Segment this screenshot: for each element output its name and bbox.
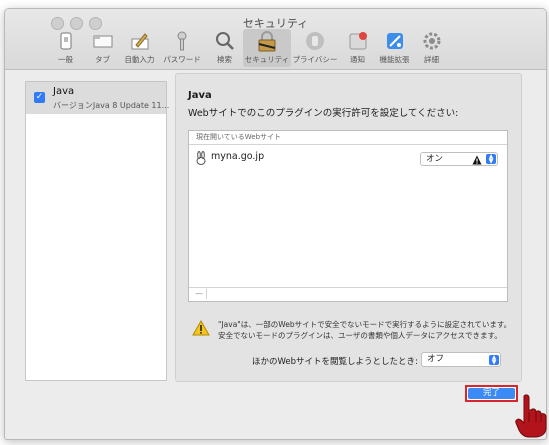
unsafe-mode-warning: "Java"は、一部のWebサイトで安全でないモードで実行するように設定されてい… — [218, 319, 511, 341]
warning-icon — [472, 155, 482, 165]
general-icon — [55, 30, 77, 52]
plugin-list: ✓ Java バージョンJava 8 Update 11... — [25, 81, 170, 381]
warning-line-1: "Java"は、一部のWebサイトで安全でないモードで実行するように設定されてい… — [218, 320, 512, 329]
warning-line-2: 安全でないモードのプラグインは、ユーザの書類や個人データにアクセスできます。 — [218, 331, 502, 340]
lock-icon — [256, 30, 278, 52]
pointing-hand-icon — [515, 394, 547, 438]
search-icon — [214, 30, 236, 52]
other-sites-label: ほかのWebサイトを閲覧しようとしたとき: — [252, 357, 418, 367]
tab-general[interactable]: 一般 — [47, 29, 84, 67]
warning-icon — [192, 319, 210, 336]
hand-icon — [304, 30, 326, 52]
autofill-icon — [129, 30, 151, 52]
tab-passwords[interactable]: パスワード — [158, 29, 206, 67]
titlebar: セキュリティ 一般 タブ 自動入力 パスワード 検索 セキュリティ プライバシー… — [5, 9, 546, 70]
panel-title: Java — [188, 90, 212, 101]
tab-general-label: 一般 — [58, 55, 73, 64]
tab-autofill[interactable]: 自動入力 — [121, 29, 158, 67]
tabs-icon — [92, 30, 114, 52]
tab-tabs[interactable]: タブ — [84, 29, 121, 67]
tab-privacy[interactable]: プライバシー — [291, 29, 339, 67]
done-button[interactable]: 完了 — [465, 385, 518, 402]
list-item[interactable]: myna.go.jp オン ▲ ▼ — [189, 150, 507, 166]
tab-security-label: セキュリティ — [244, 55, 290, 64]
tab-search-label: 検索 — [217, 55, 232, 64]
preferences-toolbar: 一般 タブ 自動入力 パスワード 検索 セキュリティ プライバシー 通知 機能拡… — [47, 29, 450, 69]
tab-extensions[interactable]: 機能拡張 — [376, 29, 413, 67]
tab-advanced[interactable]: 詳細 — [413, 29, 450, 67]
chevron-updown-icon: ▲ ▼ — [486, 154, 496, 165]
done-button-label: 完了 — [468, 388, 515, 399]
rabbit-icon — [194, 150, 208, 165]
list-header: 現在開いているWebサイト — [189, 131, 507, 145]
site-name: myna.go.jp — [211, 151, 265, 162]
tab-extensions-label: 機能拡張 — [379, 55, 410, 64]
plugin-item-java[interactable]: ✓ Java バージョンJava 8 Update 11... — [26, 82, 170, 114]
website-list: 現在開いているWebサイト myna.go.jp オン ▲ ▼ — — [188, 130, 508, 302]
tab-notifications-label: 通知 — [350, 55, 365, 64]
tab-tabs-label: タブ — [95, 55, 110, 64]
notification-icon — [347, 30, 369, 52]
site-permission-value: オン — [426, 154, 444, 164]
tab-autofill-label: 自動入力 — [124, 55, 155, 64]
site-permission-select[interactable]: オン ▲ ▼ — [420, 152, 498, 166]
chevron-updown-icon: ▲ ▼ — [489, 355, 499, 366]
key-icon — [171, 30, 193, 52]
tab-privacy-label: プライバシー — [292, 55, 338, 64]
plugin-settings-panel: Java Webサイトでのこのプラグインの実行許可を設定してください: 現在開い… — [175, 73, 522, 382]
remove-site-button[interactable]: — — [192, 289, 207, 299]
safari-preferences-window: セキュリティ 一般 タブ 自動入力 パスワード 検索 セキュリティ プライバシー… — [4, 8, 547, 440]
extensions-icon — [384, 30, 406, 52]
tab-advanced-label: 詳細 — [424, 55, 439, 64]
tab-security[interactable]: セキュリティ — [243, 29, 291, 67]
tab-passwords-label: パスワード — [163, 55, 201, 64]
plugin-name: Java — [53, 86, 75, 97]
tab-search[interactable]: 検索 — [206, 29, 243, 67]
tab-notifications[interactable]: 通知 — [339, 29, 376, 67]
panel-description: Webサイトでのこのプラグインの実行許可を設定してください: — [188, 108, 459, 119]
plugin-version: バージョンJava 8 Update 11... — [53, 101, 170, 110]
list-footer: — — [189, 287, 507, 301]
gear-icon — [421, 30, 443, 52]
other-sites-select[interactable]: オフ ▲ ▼ — [421, 352, 501, 367]
other-sites-value: オフ — [427, 354, 445, 364]
plugin-enabled-checkbox[interactable]: ✓ — [34, 92, 45, 103]
